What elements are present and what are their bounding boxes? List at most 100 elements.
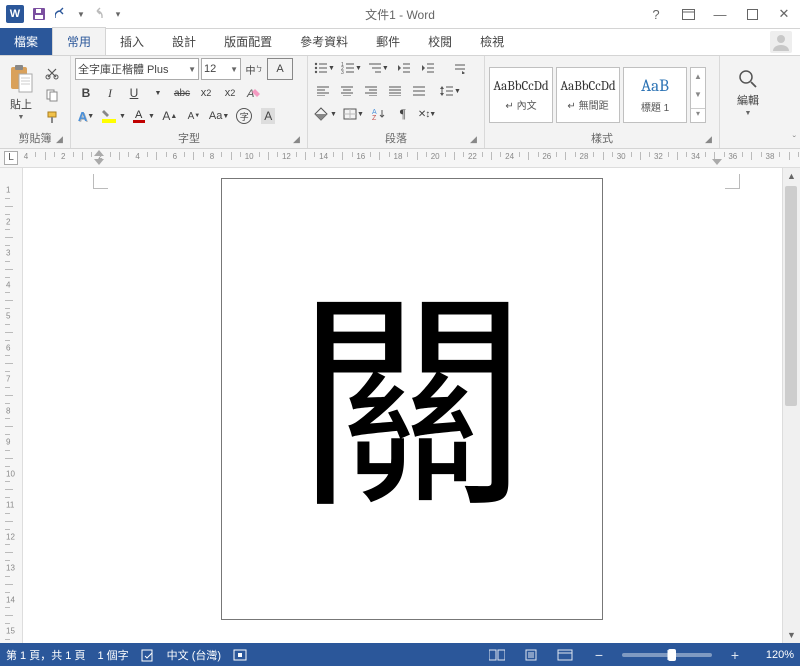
scroll-thumb[interactable] (785, 186, 797, 406)
highlight-button[interactable]: ▼ (99, 106, 128, 126)
tab-view[interactable]: 檢視 (466, 28, 518, 55)
font-name-combo[interactable]: 全字庫正楷體 Plus▼ (75, 58, 199, 80)
zoom-in-button[interactable]: + (724, 646, 746, 664)
styles-gallery-scroll[interactable]: ▲▼▾ (690, 67, 706, 123)
zoom-out-button[interactable]: − (588, 646, 610, 664)
font-launcher[interactable]: ◢ (293, 134, 305, 146)
style-normal[interactable]: AaBbCcDd ↵ 內文 (489, 67, 553, 123)
subscript-button[interactable]: x2 (195, 83, 217, 103)
align-right-button[interactable] (360, 81, 382, 101)
multilevel-button[interactable]: ▼ (366, 58, 391, 78)
paste-button[interactable]: 貼上 ▼ (4, 58, 38, 126)
zoom-value[interactable]: 120% (758, 649, 794, 661)
underline-button[interactable]: U (123, 83, 145, 103)
save-button[interactable] (28, 3, 50, 25)
asian-layout-button[interactable]: ✕↕▼ (416, 104, 438, 124)
group-clipboard: 貼上 ▼ 剪貼簿 ◢ (0, 56, 71, 148)
tab-review[interactable]: 校閱 (414, 28, 466, 55)
user-icon[interactable] (770, 31, 792, 53)
tab-mailings[interactable]: 郵件 (362, 28, 414, 55)
style-normal-name: ↵ 內文 (505, 97, 536, 112)
collapse-ribbon-button[interactable]: ˇ (793, 135, 796, 146)
tab-stop-selector[interactable]: L (4, 151, 18, 165)
help-button[interactable]: ? (644, 4, 668, 24)
text-effects-button[interactable]: A▼ (75, 106, 97, 126)
align-distribute-button[interactable] (408, 81, 430, 101)
bullets-button[interactable]: ▼ (312, 58, 337, 78)
copy-button[interactable] (41, 85, 63, 105)
decrease-indent-button[interactable] (393, 58, 415, 78)
clear-format-button[interactable]: A (243, 83, 265, 103)
scroll-down-button[interactable]: ▼ (783, 627, 800, 643)
styles-launcher[interactable]: ◢ (705, 134, 717, 146)
shading-button[interactable]: ▼ (312, 104, 339, 124)
ltr-button[interactable] (449, 58, 471, 78)
view-read-button[interactable] (486, 646, 508, 664)
tab-home[interactable]: 常用 (52, 27, 106, 55)
zoom-slider[interactable] (622, 653, 712, 657)
app-icon[interactable]: W (4, 3, 26, 25)
change-case-button[interactable]: Aa▼ (207, 106, 231, 126)
group-styles: AaBbCcDd ↵ 內文 AaBbCcDd ↵ 無間距 AaB 標題 1 ▲▼… (485, 56, 720, 148)
undo-dropdown[interactable]: ▼ (76, 3, 86, 25)
view-print-button[interactable] (520, 646, 542, 664)
numbering-button[interactable]: 123▼ (339, 58, 364, 78)
phonetic-guide-button[interactable]: 中ㄅ (243, 59, 265, 79)
font-size-combo[interactable]: 12▼ (201, 58, 241, 80)
align-center-button[interactable] (336, 81, 358, 101)
status-language[interactable]: 中文 (台灣) (167, 647, 221, 663)
clipboard-launcher[interactable]: ◢ (56, 134, 68, 146)
undo-button[interactable] (52, 3, 74, 25)
qat-customize[interactable]: ▾ (112, 3, 124, 25)
tab-insert[interactable]: 插入 (106, 28, 158, 55)
style-nospacing[interactable]: AaBbCcDd ↵ 無間距 (556, 67, 620, 123)
status-macro-icon[interactable] (233, 649, 247, 661)
title-bar: W ▼ ▾ 文件1 - Word ? — ✕ (0, 0, 800, 29)
shrink-font-button[interactable]: A▼ (183, 106, 205, 126)
superscript-button[interactable]: x2 (219, 83, 241, 103)
style-heading1[interactable]: AaB 標題 1 (623, 67, 687, 123)
status-proofing-icon[interactable] (141, 648, 155, 662)
char-shading-button[interactable]: A (257, 106, 279, 126)
ruler-vertical[interactable]: 123456789101112131415 (0, 168, 23, 643)
view-web-button[interactable] (554, 646, 576, 664)
document-page[interactable]: 關 (221, 178, 603, 620)
tab-references[interactable]: 參考資料 (286, 28, 362, 55)
bold-button[interactable]: B (75, 83, 97, 103)
status-page[interactable]: 第 1 頁，共 1 頁 (6, 647, 85, 663)
paragraph-launcher[interactable]: ◢ (470, 134, 482, 146)
editing-label: 編輯 (737, 92, 759, 108)
document-content: 關 (297, 293, 527, 523)
font-color-button[interactable]: A▼ (130, 106, 157, 126)
find-button[interactable]: 編輯 ▼ (728, 58, 768, 126)
status-words[interactable]: 1 個字 (97, 647, 128, 663)
zoom-knob[interactable] (668, 649, 676, 661)
tab-design[interactable]: 設計 (158, 28, 210, 55)
line-spacing-button[interactable]: ▼ (438, 81, 463, 101)
redo-button[interactable] (88, 3, 110, 25)
ruler-horizontal[interactable]: L 422468101214161820222426283032343638 (0, 149, 800, 168)
tab-layout[interactable]: 版面配置 (210, 28, 286, 55)
close-button[interactable]: ✕ (772, 4, 796, 24)
increase-indent-button[interactable] (417, 58, 439, 78)
format-painter-button[interactable] (41, 107, 63, 127)
align-justify-button[interactable] (384, 81, 406, 101)
scroll-up-button[interactable]: ▲ (783, 168, 800, 184)
document-canvas[interactable]: 關 (23, 168, 782, 643)
italic-button[interactable]: I (99, 83, 121, 103)
sort-button[interactable]: AZ (368, 104, 390, 124)
borders-button[interactable]: ▼ (341, 104, 366, 124)
ribbon-display-button[interactable] (676, 4, 700, 24)
grow-font-button[interactable]: A▲ (159, 106, 181, 126)
maximize-button[interactable] (740, 4, 764, 24)
underline-dropdown[interactable]: ▼ (147, 83, 169, 103)
minimize-button[interactable]: — (708, 4, 732, 24)
tab-file[interactable]: 檔案 (0, 28, 52, 55)
cut-button[interactable] (41, 63, 63, 83)
strike-button[interactable]: abc (171, 83, 193, 103)
scrollbar-vertical[interactable]: ▲ ▼ (782, 168, 800, 643)
enclose-char-button[interactable]: 字 (233, 106, 255, 126)
char-border-button[interactable]: A (267, 58, 293, 80)
show-marks-button[interactable]: ¶ (392, 104, 414, 124)
align-left-button[interactable] (312, 81, 334, 101)
